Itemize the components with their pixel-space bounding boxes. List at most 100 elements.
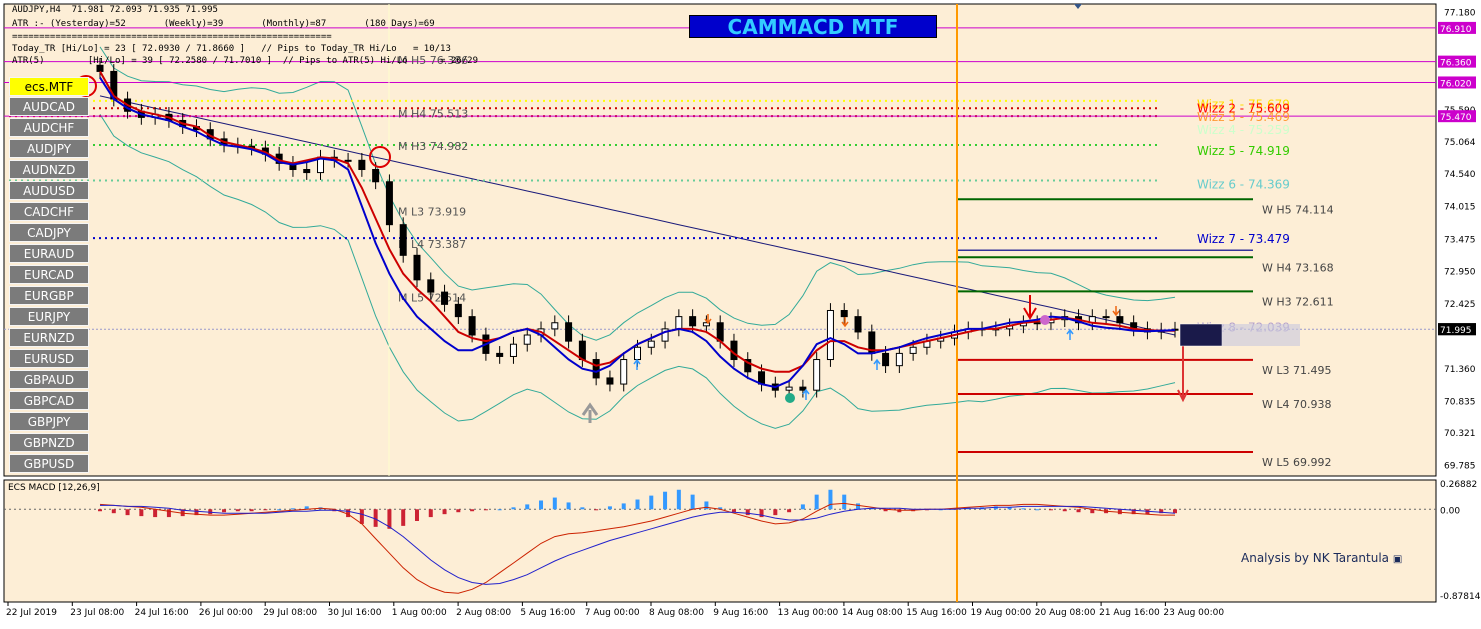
- price-axis-label: 73.475: [1444, 235, 1476, 245]
- candle-body: [882, 352, 890, 367]
- current-price-label: 71.995: [1440, 326, 1472, 336]
- separator-top: ========================================…: [12, 32, 332, 42]
- macd-histogram-bar: [222, 509, 227, 513]
- macd-histogram-bar: [580, 507, 585, 510]
- candle-body: [647, 340, 655, 348]
- time-axis-label: 7 Aug 00:00: [585, 608, 640, 618]
- macd-axis-label: -0.87814: [1440, 592, 1481, 602]
- symbol-button-cadjpy[interactable]: CADJPY: [9, 223, 89, 242]
- candle-body: [468, 316, 476, 336]
- symbol-button-active[interactable]: ecs.MTF: [9, 77, 89, 96]
- symbol-button-audusd[interactable]: AUDUSD: [9, 181, 89, 200]
- macd-histogram-bar: [621, 503, 626, 510]
- symbol-button-euraud[interactable]: EURAUD: [9, 244, 89, 263]
- time-axis-label: 24 Jul 16:00: [135, 608, 189, 618]
- symbol-button-gbpaud[interactable]: GBPAUD: [9, 370, 89, 389]
- symbol-button-audcad[interactable]: AUDCAD: [9, 97, 89, 116]
- symbol-button-gbpjpy[interactable]: GBPJPY: [9, 412, 89, 431]
- macd-histogram-bar: [704, 501, 709, 510]
- macd-histogram-bar: [359, 509, 364, 524]
- price-axis-label: 74.015: [1444, 202, 1476, 212]
- symbol-button-eurnzd[interactable]: EURNZD: [9, 328, 89, 347]
- price-axis-label: 76.020: [1440, 79, 1472, 89]
- macd-histogram-bar: [594, 509, 599, 511]
- symbol-button-gbpcad[interactable]: GBPCAD: [9, 391, 89, 410]
- macd-histogram-bar: [166, 509, 171, 518]
- macd-histogram-bar: [525, 504, 530, 510]
- symbol-button-audnzd[interactable]: AUDNZD: [9, 160, 89, 179]
- price-axis-label: 70.321: [1444, 429, 1476, 439]
- symbol-button-eurcad[interactable]: EURCAD: [9, 265, 89, 284]
- candle-body: [606, 377, 614, 385]
- candle-body: [634, 346, 641, 361]
- symbol-button-gbpusd[interactable]: GBPUSD: [9, 454, 89, 473]
- candle-body: [399, 224, 407, 256]
- monthly-pivot-label-1: M H4 75.513: [398, 108, 468, 121]
- macd-histogram-bar: [828, 489, 833, 510]
- price-chart: W H5 74.114 W H4 73.168 W H3 72.611 W L3 71…: [0, 0, 1481, 625]
- wizz8-highlight-box: [1222, 324, 1300, 346]
- macd-axis-label: 0.26882: [1440, 480, 1477, 490]
- macd-histogram-bar: [690, 494, 695, 510]
- candle-body: [620, 359, 628, 385]
- symbol-button-audchf[interactable]: AUDCHF: [9, 118, 89, 137]
- price-axis-label: 72.950: [1444, 268, 1476, 278]
- weekly-pivot-label-5: W L5 69.992: [1262, 456, 1332, 469]
- candle-body: [1102, 316, 1110, 319]
- time-axis-label: 21 Aug 16:00: [1099, 608, 1160, 618]
- price-box-marker: [1179, 323, 1223, 347]
- macd-histogram-bar: [139, 509, 144, 517]
- price-axis-label: 69.785: [1444, 462, 1476, 472]
- candle-body: [826, 309, 834, 361]
- monthly-pivot-label-4: M L4 73.387: [398, 238, 466, 251]
- time-axis-label: 9 Aug 16:00: [713, 608, 768, 618]
- teal-dot-marker: [785, 393, 795, 403]
- symbol-button-eurjpy[interactable]: EURJPY: [9, 307, 89, 326]
- macd-histogram-bar: [1021, 508, 1026, 510]
- macd-histogram-bar: [401, 509, 406, 526]
- candle-body: [523, 334, 531, 345]
- candle-body: [441, 291, 449, 305]
- macd-histogram-bar: [277, 509, 282, 511]
- wizz-label-6: Wizz 7 - 73.479: [1197, 232, 1290, 246]
- time-axis-label: 20 Aug 08:00: [1035, 608, 1096, 618]
- macd-histogram-bar: [125, 509, 130, 516]
- symbol-button-gbpnzd[interactable]: GBPNZD: [9, 433, 89, 452]
- candle-body: [358, 159, 366, 171]
- time-axis-label: 30 Jul 16:00: [328, 608, 382, 618]
- macd-histogram-bar: [856, 503, 861, 510]
- candle-body: [813, 359, 821, 391]
- atr5-line: ATR(5) [Hi/Lo] = 39 [ 72.2580 / 71.7010 …: [12, 56, 478, 66]
- macd-histogram-bar: [676, 489, 681, 510]
- wizz-label-3: Wizz 4 - 75.259: [1197, 123, 1290, 137]
- monthly-pivot-label-3: M L3 73.919: [398, 205, 466, 218]
- time-axis-label: 26 Jul 00:00: [199, 608, 253, 618]
- symbol-button-eurgbp[interactable]: EURGBP: [9, 286, 89, 305]
- wizz-label-4: Wizz 5 - 74.919: [1197, 144, 1290, 158]
- macd-histogram-bar: [800, 504, 805, 510]
- candle-body: [854, 316, 862, 333]
- candle-body: [895, 352, 903, 367]
- symbol-button-audjpy[interactable]: AUDJPY: [9, 139, 89, 158]
- candle-body: [592, 359, 600, 379]
- candle-body: [840, 309, 848, 318]
- macd-histogram-bar: [1048, 509, 1053, 511]
- analysis-credit: Analysis by NK Tarantula ▣: [1241, 551, 1402, 565]
- credit-text: Analysis by NK Tarantula: [1241, 551, 1390, 565]
- macd-histogram-bar: [787, 509, 792, 513]
- macd-histogram-bar: [773, 509, 778, 516]
- weekly-pivot-label-4: W L4 70.938: [1262, 398, 1332, 411]
- candle-body: [96, 64, 104, 72]
- candle-body: [509, 343, 517, 357]
- weekly-pivot-label-0: W H5 74.114: [1262, 203, 1334, 216]
- price-axis-label: 75.470: [1440, 113, 1472, 123]
- candle-body: [344, 159, 352, 162]
- macd-histogram-bar: [111, 509, 116, 514]
- macd-histogram-bar: [1035, 509, 1040, 511]
- symbol-button-eurusd[interactable]: EURUSD: [9, 349, 89, 368]
- macd-axis-background: [1438, 480, 1481, 602]
- symbol-button-cadchf[interactable]: CADCHF: [9, 202, 89, 221]
- candle-body: [1033, 322, 1041, 325]
- macd-histogram-bar: [98, 509, 102, 512]
- macd-histogram-bar: [745, 509, 750, 516]
